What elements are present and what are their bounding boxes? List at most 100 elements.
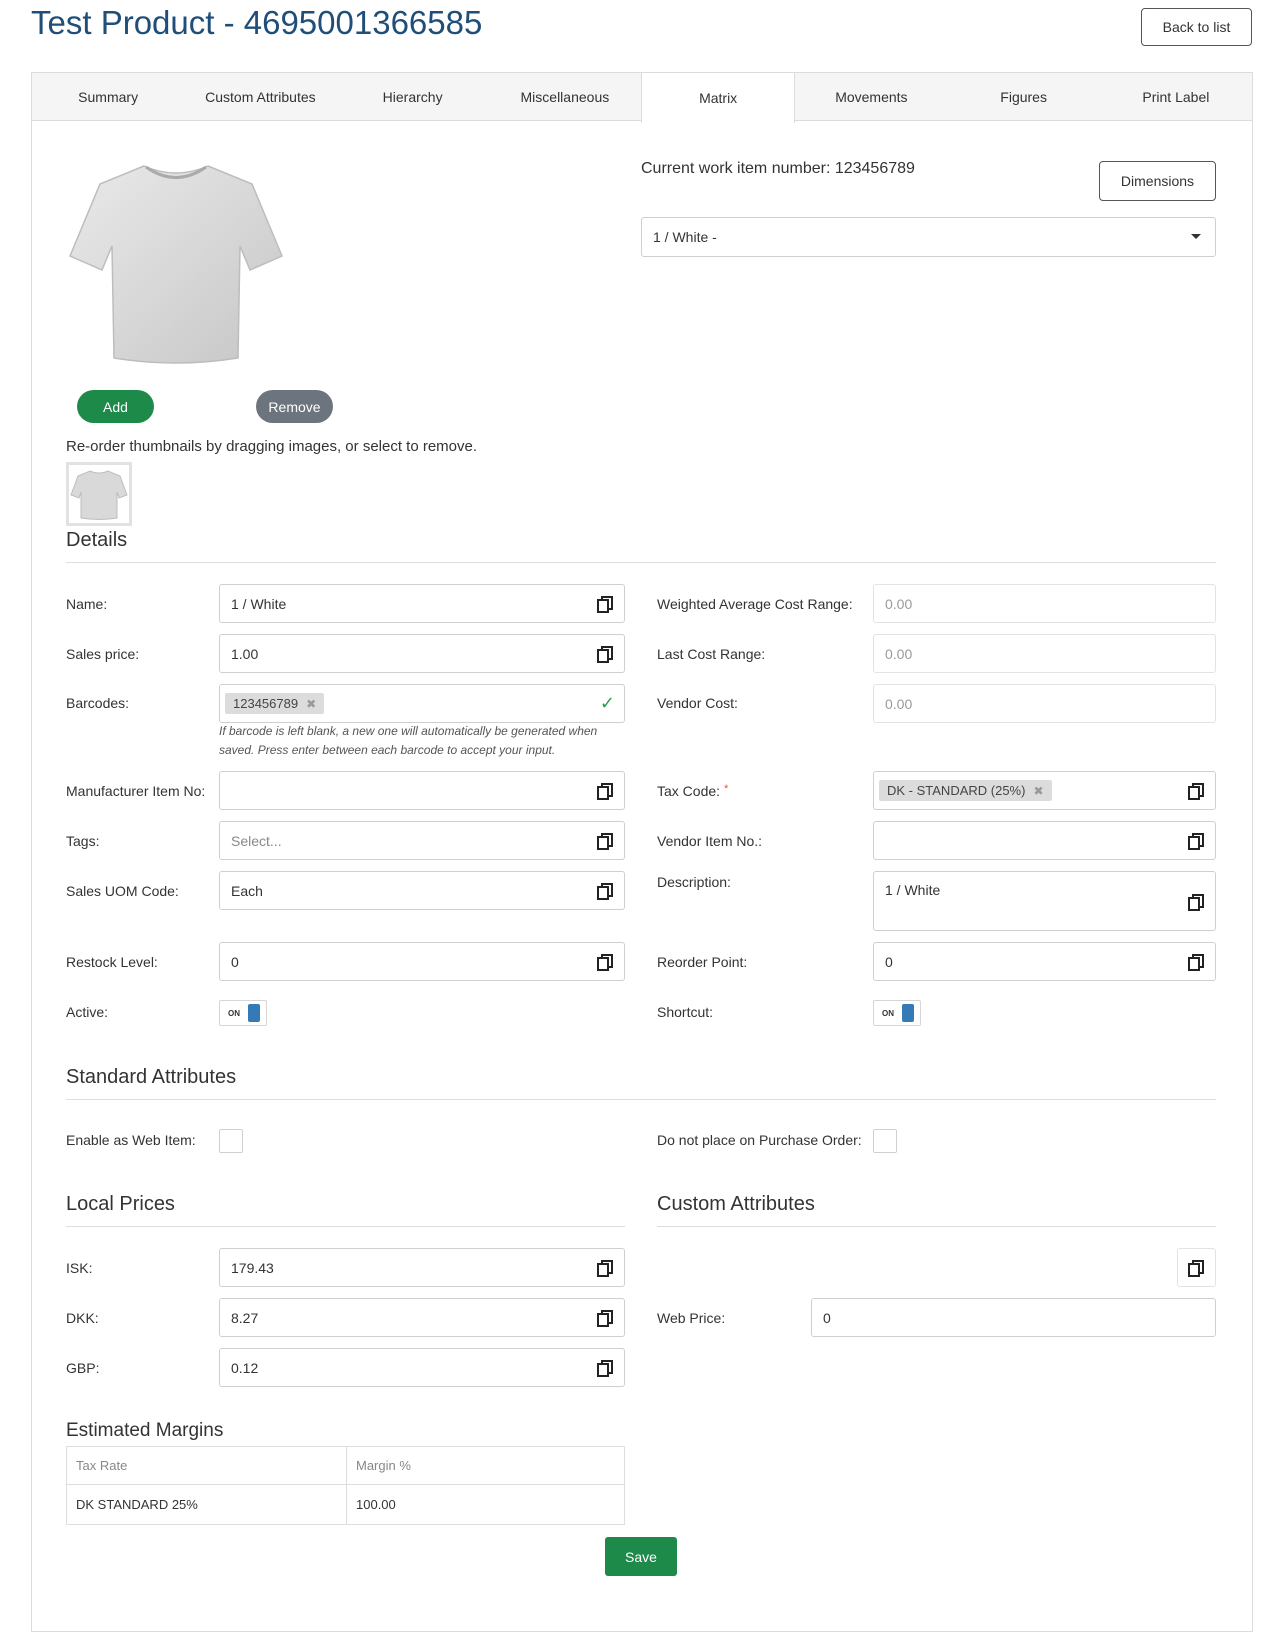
page-title: Test Product - 4695001366585 [31,4,483,41]
copy-icon[interactable] [1188,894,1204,911]
tab-miscellaneous[interactable]: Miscellaneous [489,73,641,120]
tax-code-field[interactable]: DK - STANDARD (25%) ✖ [873,771,1216,810]
name-value: 1 / White [231,595,287,612]
restock-level-label: Restock Level: [66,954,158,970]
tab-figures[interactable]: Figures [948,73,1100,120]
barcode-hint: If barcode is left blank, a new one will… [219,722,625,760]
last-cost-value: 0.00 [885,645,913,662]
copy-icon[interactable] [597,1310,613,1327]
tab-movements[interactable]: Movements [795,73,947,120]
wac-label: Weighted Average Cost Range: [657,596,853,612]
margins-table: Tax Rate Margin % DK STANDARD 25% 100.00 [66,1446,625,1525]
save-button[interactable]: Save [605,1537,677,1576]
copy-icon[interactable] [1188,833,1204,850]
remove-chip-icon[interactable]: ✖ [1033,784,1043,798]
dkk-price-field[interactable]: 8.27 [219,1298,625,1337]
description-field[interactable]: 1 / White [873,871,1216,931]
toggle-knob [902,1004,914,1022]
toggle-knob [248,1004,260,1022]
divider [657,1226,1216,1227]
restock-level-field[interactable]: 0 [219,942,625,981]
custom-attributes-title: Custom Attributes [657,1193,815,1215]
copy-icon[interactable] [597,783,613,800]
tags-field[interactable]: Select... [219,821,625,860]
reorder-hint: Re-order thumbnails by dragging images, … [66,438,478,455]
tax-code-label: Tax Code: * [657,783,728,799]
barcode-hint-line-1: If barcode is left blank, a new one will… [219,724,598,738]
vendor-cost-field: 0.00 [873,684,1216,723]
web-item-checkbox[interactable] [219,1129,243,1153]
sales-uom-value: Each [231,882,263,899]
barcodes-label: Barcodes: [66,695,130,711]
tab-print-label[interactable]: Print Label [1100,73,1252,120]
active-toggle[interactable]: ON [219,1000,267,1026]
web-price-field[interactable]: 0 [811,1298,1216,1337]
copy-icon[interactable] [597,646,613,663]
barcode-chip-text: 123456789 [233,696,299,711]
table-header-row: Tax Rate Margin % [66,1446,625,1485]
divider [66,1226,625,1227]
sales-price-value: 1.00 [231,645,259,662]
toggle-on-text: ON [882,1008,894,1018]
chevron-down-icon [1191,234,1201,239]
local-prices-title: Local Prices [66,1193,175,1215]
vendor-item-label: Vendor Item No.: [657,833,763,849]
copy-icon[interactable] [597,954,613,971]
reorder-point-field[interactable]: 0 [873,942,1216,981]
divider [66,562,1216,563]
copy-icon[interactable] [597,596,613,613]
copy-icon[interactable] [597,883,613,900]
tab-hierarchy[interactable]: Hierarchy [337,73,489,120]
copy-all-button[interactable] [1177,1248,1216,1287]
sales-uom-label: Sales UOM Code: [66,883,179,899]
copy-icon[interactable] [597,1260,613,1277]
check-icon: ✓ [599,693,615,713]
barcode-hint-line-2: saved. Press enter between each barcode … [219,743,556,757]
no-po-checkbox[interactable] [873,1129,897,1153]
sales-price-field[interactable]: 1.00 [219,634,625,673]
description-label: Description: [657,874,731,890]
manufacturer-item-field[interactable] [219,771,625,810]
dimensions-button[interactable]: Dimensions [1099,161,1216,201]
back-to-list-button[interactable]: Back to list [1141,8,1252,46]
barcodes-field[interactable]: 123456789 ✖ ✓ [219,684,625,723]
details-title: Details [66,529,128,551]
tags-label: Tags: [66,833,100,849]
tax-rate-header: Tax Rate [66,1446,347,1485]
last-cost-label: Last Cost Range: [657,646,766,662]
margin-cell: 100.00 [346,1484,625,1525]
tags-placeholder: Select... [231,832,282,849]
active-label: Active: [66,1004,109,1020]
thumbnail[interactable] [66,462,132,526]
copy-icon[interactable] [597,1360,613,1377]
web-price-label: Web Price: [657,1310,726,1326]
isk-label: ISK: [66,1260,93,1276]
estimated-margins-title: Estimated Margins [66,1420,224,1441]
gbp-price-field[interactable]: 0.12 [219,1348,625,1387]
shortcut-toggle[interactable]: ON [873,1000,921,1026]
web-price-value: 0 [823,1309,831,1326]
copy-icon[interactable] [1188,783,1204,800]
name-label: Name: [66,596,108,612]
table-row: DK STANDARD 25% 100.00 [66,1484,625,1525]
add-image-button[interactable]: Add [77,390,154,423]
copy-icon[interactable] [597,833,613,850]
remove-image-button[interactable]: Remove [256,390,333,423]
variant-select[interactable]: 1 / White - [641,217,1216,257]
tab-summary[interactable]: Summary [32,73,184,120]
wac-value: 0.00 [885,595,913,612]
divider [66,1099,1216,1100]
sales-uom-field[interactable]: Each [219,871,625,910]
manufacturer-item-label: Manufacturer Item No: [66,783,206,799]
name-field[interactable]: 1 / White [219,584,625,623]
tax-rate-cell: DK STANDARD 25% [66,1484,347,1525]
remove-chip-icon[interactable]: ✖ [306,697,316,711]
tab-matrix[interactable]: Matrix [641,73,796,123]
vendor-item-field[interactable] [873,821,1216,860]
tab-custom-attributes[interactable]: Custom Attributes [184,73,336,120]
copy-icon[interactable] [1188,954,1204,971]
variant-select-value: 1 / White - [653,229,717,245]
isk-price-field[interactable]: 179.43 [219,1248,625,1287]
wac-field: 0.00 [873,584,1216,623]
copy-icon [1188,1260,1204,1277]
